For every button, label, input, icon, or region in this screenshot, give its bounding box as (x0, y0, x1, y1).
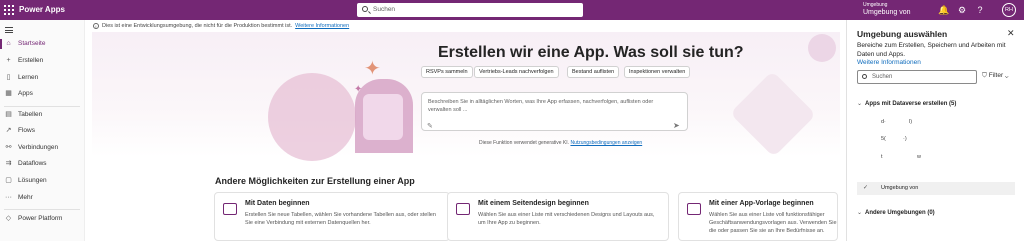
home-icon: ⌂ (6, 40, 11, 47)
decoration-card (363, 94, 403, 140)
sidebar-item-startseite[interactable]: ⌂ Startseite (0, 37, 85, 51)
sparkle-icon: ✦ (364, 58, 381, 80)
solution-icon: ▢ (5, 177, 12, 184)
chevron-down-icon: ⌄ (1004, 72, 1009, 79)
sidebar-item-verbindungen[interactable]: ⚯ Verbindungen (0, 141, 85, 155)
gear-icon[interactable]: ⚙ (956, 4, 968, 16)
decoration-circle (268, 73, 356, 161)
terms-link[interactable]: Nutzungsbedingungen anzeigen (570, 140, 642, 146)
card-start-with-page-design[interactable]: Mit einem Seitendesign beginnen Wählen S… (447, 192, 669, 241)
divider (4, 209, 80, 210)
top-bar: Power Apps Suchen Umgebung Umgebung von … (0, 0, 1024, 20)
ai-disclaimer: Diese Funktion verwendet generative KI. … (479, 140, 643, 146)
book-icon: ▯ (6, 74, 11, 81)
sidebar-item-lernen[interactable]: ▯ Lernen (0, 71, 85, 85)
app-launcher-icon[interactable] (4, 5, 14, 15)
close-icon[interactable]: ✕ (1007, 28, 1015, 39)
search-placeholder: Suchen (373, 6, 396, 13)
check-icon: ✓ (863, 185, 869, 191)
more-icon: ··· (5, 194, 12, 201)
panel-link[interactable]: Weitere Informationen (857, 59, 921, 66)
template-icon (687, 203, 701, 215)
environment-item[interactable]: ·) (903, 136, 907, 142)
card-start-with-data[interactable]: Mit Daten beginnen Erstellen Sie neue Ta… (214, 192, 450, 241)
environment-item[interactable]: d· (881, 119, 886, 125)
sidebar-item-tabellen[interactable]: ▤ Tabellen (0, 108, 85, 122)
filter-button[interactable]: ⛉ Filter ⌄ (982, 72, 1008, 80)
app-description-input[interactable]: Beschreiben Sie in alltäglichen Worten, … (421, 92, 688, 131)
selected-environment[interactable]: ✓ Umgebung von (857, 182, 1015, 195)
other-ways-title: Andere Möglichkeiten zur Erstellung eine… (215, 176, 415, 186)
suggestion-chip[interactable]: Vertriebs-Leads nachverfolgen (474, 66, 559, 78)
database-icon (223, 203, 237, 215)
environment-item[interactable]: 5( (881, 136, 886, 142)
suggestion-chip[interactable]: Inspektionen verwalten (624, 66, 691, 78)
app-name[interactable]: Power Apps (19, 4, 65, 16)
notice-link[interactable]: Weitere Informationen (295, 23, 349, 29)
plus-icon: + (6, 57, 11, 64)
card-start-with-template[interactable]: Mit einer App-Vorlage beginnen Wählen Si… (678, 192, 838, 241)
environment-item[interactable]: t (881, 154, 883, 160)
environment-value: Umgebung von (863, 9, 911, 16)
flow-icon: ↗ (5, 127, 12, 134)
info-icon: i (93, 23, 99, 29)
decoration-dot (808, 34, 836, 62)
sidebar-item-loesungen[interactable]: ▢ Lösungen (0, 174, 85, 188)
suggestion-chip[interactable]: Bestand auflisten (567, 66, 620, 78)
divider (4, 106, 80, 107)
send-icon[interactable]: ➤ (673, 121, 680, 130)
filter-icon: ⛉ (982, 72, 987, 79)
page-design-icon (456, 203, 470, 215)
environment-panel: Umgebung auswählen ✕ Bereiche zum Erstel… (846, 20, 1024, 241)
table-icon: ▤ (5, 111, 12, 118)
search-box[interactable]: Suchen (357, 3, 583, 17)
hamburger-icon[interactable] (5, 27, 13, 33)
chevron-down-icon: ⌄ (857, 210, 863, 216)
panel-search-input[interactable]: Suchen (857, 70, 977, 84)
sparkle-small-icon: ✦ (354, 84, 363, 95)
group-other-environments[interactable]: ⌄ Andere Umgebungen (0) (857, 209, 935, 216)
suggestion-chip[interactable]: RSVPs sammeln (421, 66, 473, 78)
power-platform-icon: ◇ (5, 215, 12, 222)
panel-title: Umgebung auswählen (857, 29, 948, 39)
sidebar-item-erstellen[interactable]: + Erstellen (0, 54, 85, 68)
dev-environment-notice: i Dies ist eine Entwicklungsumgebung, di… (86, 20, 846, 32)
sidebar-item-mehr[interactable]: ··· Mehr (0, 191, 85, 205)
dataflow-icon: ⇉ (5, 160, 12, 167)
apps-icon: ▦ (5, 90, 12, 97)
group-dataverse[interactable]: ⌄ Apps mit Dataverse erstellen (5) (857, 100, 956, 107)
sidebar-item-dataflows[interactable]: ⇉ Dataflows (0, 157, 85, 171)
hero-title: Erstellen wir eine App. Was soll sie tun… (438, 44, 744, 61)
avatar[interactable]: RH (1002, 3, 1016, 17)
prompt-placeholder: Beschreiben Sie in alltäglichen Worten, … (428, 99, 654, 113)
hero-section: ✦ ✦ Erstellen wir eine App. Was soll sie… (92, 32, 840, 161)
sidebar: ⌂ Startseite + Erstellen ▯ Lernen ▦ Apps ▤ Ta… (0, 20, 85, 241)
notice-text: Dies ist eine Entwicklungsumgebung, die … (102, 23, 293, 29)
environment-picker[interactable]: Umgebung Umgebung von (863, 2, 910, 17)
magic-wand-icon[interactable]: ✎ (427, 122, 433, 130)
search-icon (862, 74, 867, 79)
decoration-diamond (729, 70, 817, 158)
connection-icon: ⚯ (5, 144, 12, 151)
bell-icon[interactable]: 🔔 (938, 4, 950, 16)
sidebar-item-flows[interactable]: ↗ Flows (0, 124, 85, 138)
help-icon[interactable]: ? (974, 4, 986, 16)
sidebar-item-power-platform[interactable]: ◇ Power Platform (0, 212, 85, 226)
chevron-down-icon: ⌄ (857, 101, 863, 107)
search-icon (362, 6, 368, 12)
sidebar-item-apps[interactable]: ▦ Apps (0, 87, 85, 101)
environment-item[interactable]: w (917, 154, 921, 160)
panel-description: Bereiche zum Erstellen, Speichern und Ar… (857, 42, 1006, 58)
environment-item[interactable]: l) (909, 119, 912, 125)
